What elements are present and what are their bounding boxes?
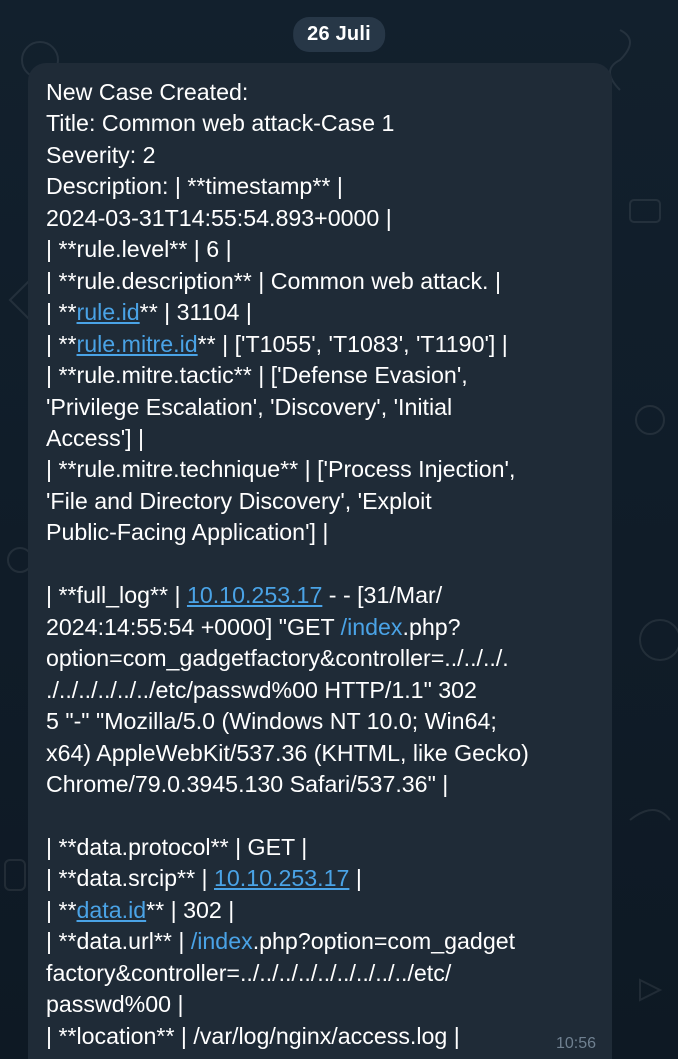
full-log-line-7: Chrome/79.0.3945.130 Safari/537.36" | bbox=[46, 770, 449, 797]
data-srcip-link[interactable]: 10.10.253.17 bbox=[214, 865, 349, 891]
mitre-id-prefix: | ** bbox=[46, 330, 77, 357]
mitre-technique-line-3: Public-Facing Application'] | bbox=[46, 519, 329, 546]
location-line: | **location** | /var/log/nginx/access.l… bbox=[46, 1022, 460, 1049]
full-log-label: | **full_log** | bbox=[46, 582, 187, 609]
message-timestamp: 10:56 bbox=[555, 1035, 596, 1052]
data-srcip-label: | **data.srcip** | bbox=[46, 865, 214, 892]
mitre-tactic-line-2: 'Privilege Escalation', 'Discovery', 'In… bbox=[46, 393, 453, 420]
date-separator: 26 Juli bbox=[293, 17, 385, 52]
data-id-value: ** | 302 | bbox=[146, 896, 235, 923]
message-header: New Case Created: bbox=[46, 79, 249, 105]
full-log-line-2-start: 2024:14:55:54 +0000] "GET bbox=[46, 613, 341, 640]
mitre-id-link[interactable]: rule.mitre.id bbox=[77, 331, 198, 357]
rule-id-link[interactable]: rule.id bbox=[77, 299, 140, 325]
mitre-tactic-line-1: | **rule.mitre.tactic** | ['Defense Evas… bbox=[46, 362, 468, 389]
description-start: Description: | **timestamp** | bbox=[46, 173, 343, 200]
full-log-line-5: 5 "-" "Mozilla/5.0 (Windows NT 10.0; Win… bbox=[46, 708, 497, 735]
data-id-prefix: | ** bbox=[46, 896, 77, 923]
full-log-ip-link[interactable]: 10.10.253.17 bbox=[187, 582, 322, 608]
case-title: Title: Common web attack-Case 1 bbox=[46, 110, 395, 137]
rule-level: | **rule.level** | 6 | bbox=[46, 236, 232, 263]
data-url-index-link[interactable]: /index bbox=[191, 928, 253, 954]
mitre-tactic-line-3: Access'] | bbox=[46, 424, 145, 451]
full-log-line-4: ./../../../../../etc/passwd%00 HTTP/1.1"… bbox=[46, 676, 477, 703]
rule-description: | **rule.description** | Common web atta… bbox=[46, 267, 501, 294]
mitre-id-value: ** | ['T1055', 'T1083', 'T1190'] | bbox=[197, 330, 508, 357]
message-text: New Case Created: Title: Common web atta… bbox=[46, 77, 612, 1052]
full-log-line-6: x64) AppleWebKit/537.36 (KHTML, like Gec… bbox=[46, 739, 529, 766]
mitre-technique-line-1: | **rule.mitre.technique** | ['Process I… bbox=[46, 456, 516, 483]
data-url-label: | **data.url** | bbox=[46, 928, 191, 955]
rule-id-prefix: | ** bbox=[46, 299, 77, 326]
data-srcip-end: | bbox=[349, 865, 362, 892]
rule-id-value: ** | 31104 | bbox=[139, 299, 252, 326]
timestamp-value: 2024-03-31T14:55:54.893+0000 | bbox=[46, 204, 392, 231]
mitre-technique-line-2: 'File and Directory Discovery', 'Exploit bbox=[46, 487, 432, 514]
case-severity: Severity: 2 bbox=[46, 141, 156, 168]
full-log-line-2-end: .php? bbox=[402, 613, 461, 640]
data-protocol: | **data.protocol** | GET | bbox=[46, 833, 308, 860]
data-url-line-3: passwd%00 | bbox=[46, 991, 184, 1018]
full-log-line-3: option=com_gadgetfactory&controller=../.… bbox=[46, 645, 509, 672]
message-bubble[interactable]: New Case Created: Title: Common web atta… bbox=[28, 63, 612, 1059]
full-log-index-link[interactable]: /index bbox=[341, 614, 403, 640]
data-url-line-2: factory&controller=../../../../../../../… bbox=[46, 959, 452, 986]
full-log-line-1-rest: - - [31/Mar/ bbox=[322, 582, 443, 609]
data-url-line-1-end: .php?option=com_gadget bbox=[252, 928, 516, 955]
data-id-link[interactable]: data.id bbox=[77, 897, 147, 923]
